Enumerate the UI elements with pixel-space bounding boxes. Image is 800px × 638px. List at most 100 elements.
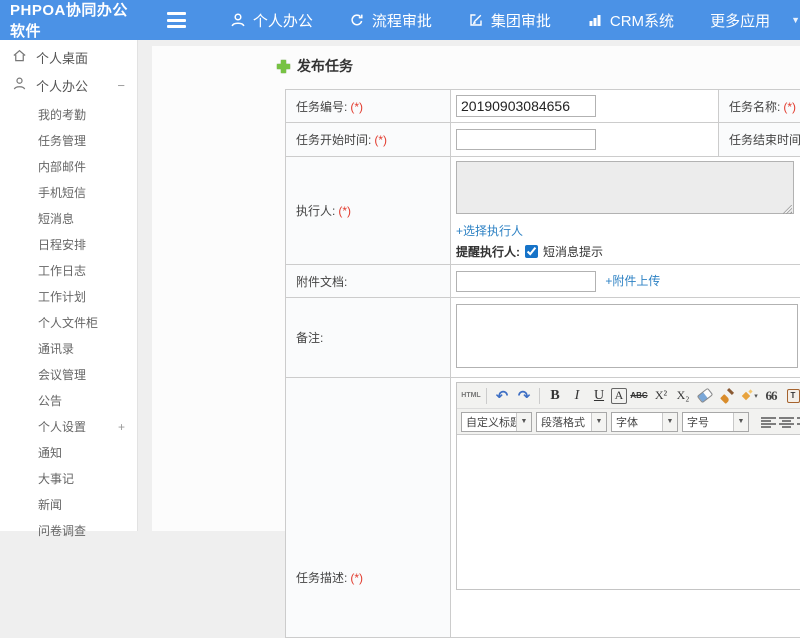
collapse-icon[interactable]: − xyxy=(117,78,125,93)
align-left-icon[interactable] xyxy=(761,416,776,428)
sidebar-item-contacts[interactable]: 通讯录 xyxy=(0,336,137,362)
sidebar-item-memorabilia[interactable]: 大事记 xyxy=(0,466,137,492)
sidebar-item-personal-desktop[interactable]: 个人桌面 xyxy=(0,43,137,71)
sidebar-item-announcement[interactable]: 公告 xyxy=(0,388,137,414)
table-row: 任务描述:(*) HTML ↶ ↷ B I U A ABC X² xyxy=(286,378,800,638)
custom-heading-select[interactable]: 自定义标题 ▼ xyxy=(461,412,532,432)
html-source-button[interactable]: HTML xyxy=(461,386,481,406)
sidebar-item-personal-settings[interactable]: 个人设置 + xyxy=(0,414,137,440)
expand-icon[interactable]: + xyxy=(118,414,125,440)
caret-down-icon: ▾ xyxy=(754,392,758,400)
top-navigation: 个人办公 流程审批 集团审批 CRM系统 xyxy=(230,10,800,31)
strikethrough-button[interactable]: ABC xyxy=(629,386,649,406)
sidebar-item-personal-office[interactable]: 个人办公 − xyxy=(0,71,137,99)
caret-down-icon: ▼ xyxy=(791,15,800,25)
blockquote-button[interactable]: 66 xyxy=(761,386,781,406)
resize-handle-icon[interactable] xyxy=(783,205,792,214)
bold-button[interactable]: B xyxy=(545,386,565,406)
table-row: 任务编号:(*) 任务名称:(*) xyxy=(286,90,800,123)
caret-down-icon: ▼ xyxy=(662,413,677,431)
italic-button[interactable]: I xyxy=(567,386,587,406)
remind-executor-label: 提醒执行人: xyxy=(456,243,520,260)
auto-typeset-button[interactable]: ▾ xyxy=(739,386,759,406)
sms-remind-checkbox[interactable] xyxy=(525,245,538,258)
rich-text-editor: HTML ↶ ↷ B I U A ABC X² X₂ ▾ xyxy=(456,382,800,590)
sidebar-item-short-message[interactable]: 短消息 xyxy=(0,206,137,232)
editor-toolbar-row2: 自定义标题 ▼ 段落格式 ▼ 字体 ▼ 字号 ▼ xyxy=(457,408,800,434)
editor-toolbar-row1: HTML ↶ ↷ B I U A ABC X² X₂ ▾ xyxy=(457,383,800,408)
user-icon xyxy=(12,76,27,94)
table-row: 执行人:(*) +选择执行人 提醒执行人: 短消息提示 xyxy=(286,157,800,265)
toolbar-separator xyxy=(486,388,487,404)
top-bar: PHPOA协同办公软件 个人办公 流程审批 xyxy=(0,0,800,40)
superscript-button[interactable]: X² xyxy=(651,386,671,406)
subscript-button[interactable]: X₂ xyxy=(673,386,693,406)
task-name-label-cell: 任务名称:(*) xyxy=(719,90,800,123)
sidebar-item-mobile-sms[interactable]: 手机短信 xyxy=(0,180,137,206)
nav-item-more-apps[interactable]: 更多应用 ▼ xyxy=(710,10,800,31)
nav-item-crm[interactable]: CRM系统 xyxy=(587,10,674,31)
magic-wand-icon xyxy=(740,390,752,402)
font-family-select[interactable]: 字体 ▼ xyxy=(611,412,678,432)
required-mark: (*) xyxy=(783,100,796,114)
remark-label-cell: 备注: xyxy=(286,298,451,378)
underline-button[interactable]: U xyxy=(589,386,609,406)
toolbar-separator xyxy=(539,388,540,404)
editor-content-area[interactable] xyxy=(457,434,800,589)
start-time-label-cell: 任务开始时间:(*) xyxy=(286,123,451,157)
choose-executor-link[interactable]: +选择执行人 xyxy=(456,222,800,239)
nav-item-group-approval[interactable]: 集团审批 xyxy=(468,10,551,31)
nav-item-personal-office[interactable]: 个人办公 xyxy=(230,10,313,31)
task-no-input[interactable] xyxy=(456,95,596,117)
undo-icon[interactable]: ↶ xyxy=(492,386,512,406)
sidebar-item-survey[interactable]: 问卷调查 xyxy=(0,518,137,544)
publish-task-form: 任务编号:(*) 任务名称:(*) 任务开始时间:(*) 任务结束时间:(*) xyxy=(285,89,800,638)
font-border-button[interactable]: A xyxy=(611,388,627,404)
caret-down-icon: ▼ xyxy=(733,413,748,431)
remark-textarea[interactable] xyxy=(456,304,798,368)
sidebar-item-notice[interactable]: 通知 xyxy=(0,440,137,466)
redo-icon[interactable]: ↷ xyxy=(514,386,534,406)
paste-plain-button[interactable]: T xyxy=(783,386,800,406)
required-mark: (*) xyxy=(338,204,351,218)
required-mark: (*) xyxy=(350,100,363,114)
description-label-cell: 任务描述:(*) xyxy=(286,378,451,638)
eraser-icon xyxy=(697,388,714,404)
process-icon xyxy=(349,12,365,28)
menu-toggle-icon[interactable] xyxy=(167,12,186,28)
font-size-select[interactable]: 字号 ▼ xyxy=(682,412,749,432)
app-logo: PHPOA协同办公软件 xyxy=(0,0,129,41)
end-time-label-cell: 任务结束时间:(*) xyxy=(719,123,800,157)
paragraph-format-select[interactable]: 段落格式 ▼ xyxy=(536,412,607,432)
sidebar-item-work-log[interactable]: 工作日志 xyxy=(0,258,137,284)
nav-item-process-approval[interactable]: 流程审批 xyxy=(349,10,432,31)
sidebar-item-work-plan[interactable]: 工作计划 xyxy=(0,284,137,310)
sidebar-item-schedule[interactable]: 日程安排 xyxy=(0,232,137,258)
format-brush-button[interactable] xyxy=(717,386,737,406)
required-mark: (*) xyxy=(350,571,363,585)
brush-icon xyxy=(720,388,735,403)
table-row: 备注: xyxy=(286,298,800,378)
bar-chart-icon xyxy=(587,12,603,28)
home-icon xyxy=(12,48,27,66)
executor-textarea[interactable] xyxy=(456,161,794,214)
align-center-icon[interactable] xyxy=(779,416,794,428)
page-title-text: 发布任务 xyxy=(297,56,353,76)
sidebar-item-meeting-management[interactable]: 会议管理 xyxy=(0,362,137,388)
required-mark: (*) xyxy=(374,133,387,147)
sidebar-item-news[interactable]: 新闻 xyxy=(0,492,137,518)
executor-label-cell: 执行人:(*) xyxy=(286,157,451,265)
caret-down-icon: ▼ xyxy=(591,413,606,431)
page-title: 发布任务 xyxy=(152,46,800,76)
sms-remind-option-label: 短消息提示 xyxy=(543,243,603,260)
sidebar-item-personal-files[interactable]: 个人文件柜 xyxy=(0,310,137,336)
sidebar-submenu: 我的考勤 任务管理 内部邮件 手机短信 短消息 日程安排 工作日志 工作计划 个… xyxy=(0,99,137,544)
sidebar-item-task-management[interactable]: 任务管理 xyxy=(0,128,137,154)
sidebar-item-internal-mail[interactable]: 内部邮件 xyxy=(0,154,137,180)
attachment-upload-link[interactable]: +附件上传 xyxy=(605,274,660,288)
attachment-input[interactable] xyxy=(456,271,596,292)
start-time-input[interactable] xyxy=(456,129,596,150)
attachment-label-cell: 附件文档: xyxy=(286,265,451,298)
sidebar-item-my-attendance[interactable]: 我的考勤 xyxy=(0,102,137,128)
eraser-button[interactable] xyxy=(695,386,715,406)
